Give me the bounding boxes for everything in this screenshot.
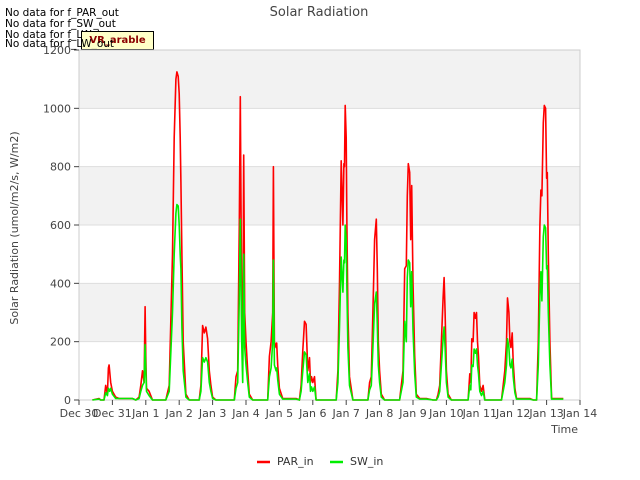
x-tick-label: Jan 6 xyxy=(298,407,326,420)
legend: PAR_in SW_in xyxy=(257,455,383,468)
x-axis-label: Time xyxy=(550,423,578,436)
x-tick-label: Jan 2 xyxy=(164,407,192,420)
y-axis-label: Solar Radiation (umol/m2/s, W/m2) xyxy=(8,131,21,324)
legend-label-par-in: PAR_in xyxy=(277,455,314,468)
legend-label-sw-in: SW_in xyxy=(350,455,383,468)
grid-band xyxy=(79,50,580,109)
grid-band xyxy=(79,166,580,225)
x-axis: Dec 30Dec 31 Jan 1 Jan 2 Jan 3 Jan 4 Jan 5 Jan… xyxy=(60,400,597,420)
x-tick-label: Jan 1 xyxy=(131,407,159,420)
x-tick-label: Jan 10 xyxy=(428,407,463,420)
y-tick-label: 1200 xyxy=(43,44,71,57)
y-tick-label: 1000 xyxy=(43,102,71,115)
x-tick-label: Jan 7 xyxy=(331,407,359,420)
y-axis: 0 200 400 600 800 1000 1200 xyxy=(43,44,79,407)
x-tick-label: Dec 31 xyxy=(93,407,132,420)
background-bands xyxy=(79,49,580,401)
y-tick-label: 200 xyxy=(50,336,71,349)
x-tick-label: Jan 4 xyxy=(231,407,259,420)
solar-radiation-chart: 020040060080010001200 Dec 30Dec 31 Jan 1J… xyxy=(8,5,597,468)
x-tick-label: Jan 8 xyxy=(365,407,393,420)
y-tick-label: 0 xyxy=(64,394,71,407)
y-tick-label: 400 xyxy=(50,277,71,290)
y-tick-label: 600 xyxy=(50,219,71,232)
x-tick-label: Jan 11 xyxy=(462,407,497,420)
x-tick-label: Jan 12 xyxy=(495,407,530,420)
grid-band xyxy=(79,283,580,342)
x-tick-label: Jan 13 xyxy=(528,407,563,420)
series-lines xyxy=(92,71,564,401)
x-tick-label: Jan 9 xyxy=(398,407,426,420)
x-tick-label: Jan 5 xyxy=(265,407,293,420)
x-tick-label: Jan 3 xyxy=(198,407,226,420)
x-tick-label: Jan 14 xyxy=(562,407,597,420)
series-line-par-in xyxy=(92,71,564,401)
y-tick-label: 800 xyxy=(50,161,71,174)
chart-title: Solar Radiation xyxy=(270,5,369,20)
